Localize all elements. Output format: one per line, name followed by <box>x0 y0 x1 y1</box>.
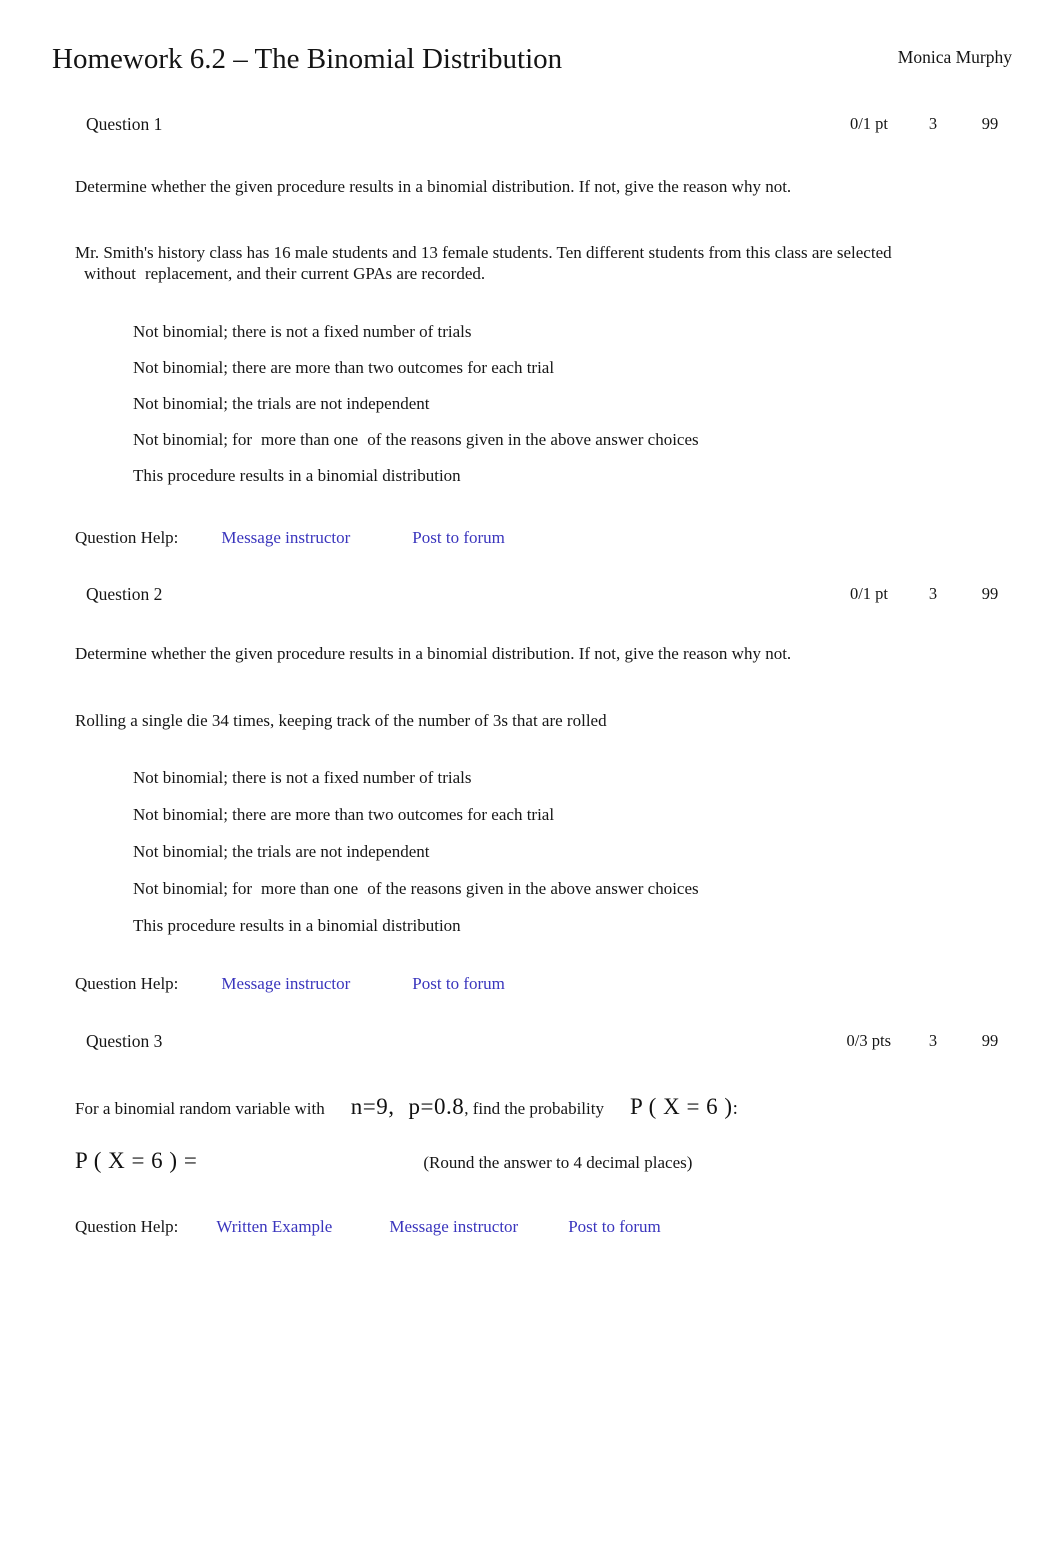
question-details-3: 99 <box>981 1031 999 1050</box>
stem-text-middle: , find the probability <box>464 1099 604 1118</box>
choice-text-after: of the reasons given in the above answer… <box>367 430 699 449</box>
answer-choice[interactable]: Not binomial; there are more than two ou… <box>133 357 933 378</box>
choice-emphasis: more than one <box>260 879 359 898</box>
prompt-emphasis-without: without <box>84 264 136 283</box>
post-to-forum-link[interactable]: Post to forum <box>412 974 505 994</box>
answer-choice[interactable]: Not binomial; there are more than two ou… <box>133 804 933 825</box>
answer-choice[interactable]: Not binomial; the trials are not indepen… <box>133 841 933 862</box>
message-instructor-link[interactable]: Message instructor <box>221 528 350 548</box>
choice-text-before: Not binomial; for <box>133 430 252 449</box>
answer-choice[interactable]: Not binomial; for more than one of the rea… <box>133 429 933 450</box>
question-label-3: Question 3 <box>86 1031 163 1051</box>
student-name: Monica Murphy <box>897 47 1012 67</box>
document-header: Homework 6.2 – The Binomial Distribution… <box>0 0 1062 96</box>
choice-emphasis: more than one <box>260 430 359 449</box>
question-help-row-3: Question Help: Written Example Message ins… <box>75 1217 661 1237</box>
question-points-1: 0/1 pt <box>849 114 888 133</box>
question-help-label: Question Help: <box>75 974 179 993</box>
question-block-2: Question 2 0/1 pt 3 99 Determine whether… <box>0 584 1062 993</box>
math-probability-expression: P ( X = 6 ) <box>629 1094 733 1119</box>
answer-entry-row-3: P ( X = 6 ) = (Round the answer to 4 deci… <box>75 1149 692 1175</box>
question-help-label: Question Help: <box>75 1217 179 1236</box>
answer-choice[interactable]: Not binomial; the trials are not indepen… <box>133 393 933 414</box>
prompt-text-part-a: Mr. Smith's history class has 16 male st… <box>75 243 892 262</box>
rounding-note: (Round the answer to 4 decimal places) <box>423 1153 693 1172</box>
post-to-forum-link[interactable]: Post to forum <box>568 1217 661 1237</box>
answer-choices-1: Not binomial; there is not a fixed numbe… <box>133 321 933 501</box>
math-variable-n: n <box>350 1094 363 1119</box>
question-prompt-2b: Rolling a single die 34 times, keeping t… <box>75 711 607 730</box>
choice-text-before: Not binomial; for <box>133 879 252 898</box>
question-block-3: Question 3 0/3 pts 3 99 For a binomial r… <box>0 1031 1062 1236</box>
question-label-2: Question 2 <box>86 584 163 604</box>
answer-choice[interactable]: Not binomial; there is not a fixed numbe… <box>133 321 933 342</box>
message-instructor-link[interactable]: Message instructor <box>221 974 350 994</box>
question-points-2: 0/1 pt <box>849 584 888 603</box>
question-details-1: 99 <box>981 114 999 133</box>
choice-text-after: of the reasons given in the above answer… <box>367 879 699 898</box>
question-points-3: 0/3 pts <box>846 1031 891 1050</box>
question-header-2: Question 2 0/1 pt 3 99 <box>0 584 1062 614</box>
question-attempts-1: 3 <box>928 114 938 133</box>
math-equals: = <box>420 1094 434 1119</box>
question-prompt-1a: Determine whether the given procedure re… <box>75 177 792 196</box>
question-header-1: Question 1 0/1 pt 3 99 <box>0 114 1062 144</box>
math-value-p: 0.8 <box>433 1094 465 1119</box>
question-header-3: Question 3 0/3 pts 3 99 <box>0 1031 1062 1061</box>
question-stem-3: For a binomial random variable with n=9, p… <box>75 1095 738 1121</box>
question-attempts-3: 3 <box>928 1031 938 1050</box>
prompt-text-part-b: replacement, and their current GPAs are … <box>144 264 486 283</box>
question-prompt-1b: Mr. Smith's history class has 16 male st… <box>75 242 895 284</box>
answer-choice[interactable]: Not binomial; for more than one of the rea… <box>133 878 933 899</box>
question-help-row-2: Question Help: Message instructor Post to … <box>75 974 505 994</box>
answer-choice[interactable]: Not binomial; there is not a fixed numbe… <box>133 767 933 788</box>
question-label-1: Question 1 <box>86 114 163 134</box>
stem-text-before: For a binomial random variable with <box>75 1099 325 1118</box>
answer-choice[interactable]: This procedure results in a binomial dis… <box>133 465 933 486</box>
question-attempts-2: 3 <box>928 584 938 603</box>
question-details-2: 99 <box>981 584 999 603</box>
question-prompt-2a: Determine whether the given procedure re… <box>75 644 792 663</box>
question-help-row-1: Question Help: Message instructor Post to … <box>75 528 505 548</box>
answer-choices-2: Not binomial; there is not a fixed numbe… <box>133 767 933 951</box>
math-colon: : <box>732 1098 739 1119</box>
page-title: Homework 6.2 – The Binomial Distribution <box>52 43 563 75</box>
question-help-label: Question Help: <box>75 528 179 547</box>
math-variable-p: p <box>408 1094 421 1119</box>
post-to-forum-link[interactable]: Post to forum <box>412 528 505 548</box>
homework-page: Homework 6.2 – The Binomial Distribution… <box>0 0 1062 1561</box>
answer-input[interactable] <box>197 1153 423 1175</box>
written-example-link[interactable]: Written Example <box>216 1217 332 1237</box>
math-value-n: 9, <box>376 1094 395 1119</box>
math-equals: = <box>362 1094 377 1119</box>
math-answer-prompt: P ( X = 6 ) = <box>75 1148 198 1173</box>
question-block-1: Question 1 0/1 pt 3 99 Determine whether… <box>0 114 1062 547</box>
answer-choice[interactable]: This procedure results in a binomial dis… <box>133 915 933 936</box>
message-instructor-link[interactable]: Message instructor <box>389 1217 518 1237</box>
